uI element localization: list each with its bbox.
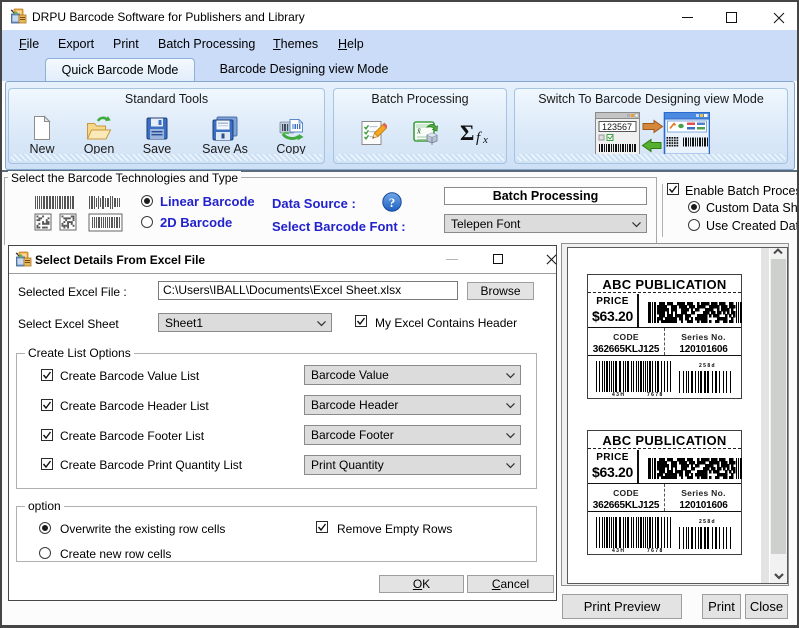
svg-text:x̄: x̄ xyxy=(416,127,421,136)
svg-text:2 5 8 d: 2 5 8 d xyxy=(699,363,715,369)
svg-text:2 5 8 d: 2 5 8 d xyxy=(699,519,715,525)
svg-text:7 6 7 8: 7 6 7 8 xyxy=(647,548,663,554)
svg-text:x: x xyxy=(482,134,488,146)
svg-text:4 3 H: 4 3 H xyxy=(612,548,624,554)
svg-text:f: f xyxy=(476,130,482,146)
svg-text:4 3 H: 4 3 H xyxy=(612,392,624,398)
svg-text:Σ: Σ xyxy=(460,120,474,145)
svg-text:7 6 7 8: 7 6 7 8 xyxy=(647,392,663,398)
svg-text:?: ? xyxy=(389,195,396,210)
svg-text:123567: 123567 xyxy=(602,122,632,132)
